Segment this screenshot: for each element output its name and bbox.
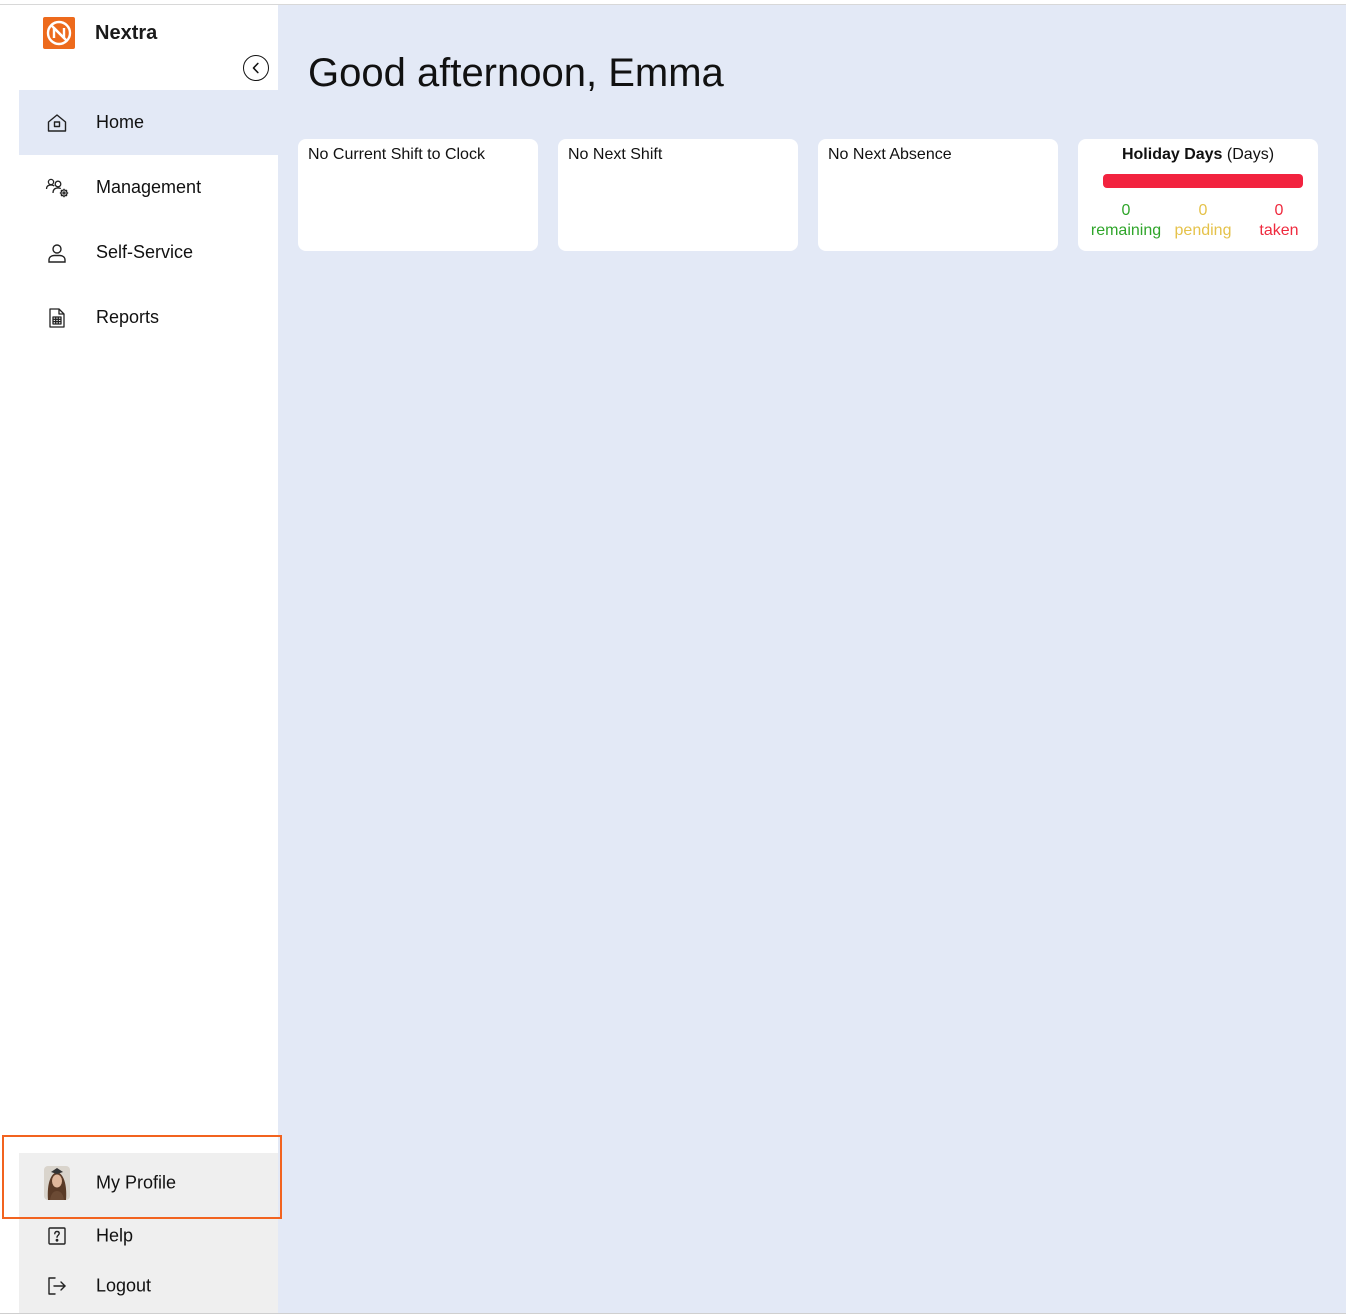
sidebar-item-self-service[interactable]: Self-Service: [19, 220, 278, 285]
next-shift-text: No Next Shift: [568, 146, 663, 163]
logout-label: Logout: [96, 1275, 152, 1296]
home-icon: [45, 111, 69, 135]
current-shift-text: No Current Shift to Clock: [308, 146, 485, 163]
brand-name: Nextra: [95, 22, 158, 44]
holiday-pending-label: pending: [1174, 222, 1232, 239]
collapse-sidebar-button[interactable]: [243, 55, 269, 81]
sidebar-item-home[interactable]: Home: [19, 90, 278, 155]
holiday-days-card[interactable]: Holiday Days (Days) 0 remaining 0 pendin…: [1078, 139, 1318, 251]
avatar: [44, 1166, 70, 1200]
holiday-progress-bar: [1103, 174, 1303, 188]
holiday-pending-stat: 0 pending: [1166, 201, 1240, 241]
help-button[interactable]: Help: [19, 1211, 278, 1261]
holiday-remaining-label: remaining: [1090, 222, 1162, 239]
chevron-left-icon: [252, 62, 259, 74]
holiday-remaining-stat: 0 remaining: [1086, 201, 1166, 241]
help-label: Help: [96, 1225, 134, 1246]
holiday-pending-value: 0: [1198, 202, 1208, 219]
holiday-remaining-value: 0: [1121, 202, 1131, 219]
page-title: Good afternoon, Emma: [308, 51, 724, 95]
current-shift-card[interactable]: No Current Shift to Clock: [298, 139, 538, 251]
sidebar-item-reports[interactable]: Reports: [19, 285, 278, 350]
next-shift-card[interactable]: No Next Shift: [558, 139, 798, 251]
report-icon: [45, 306, 69, 330]
sidebar-item-label: Home: [96, 112, 145, 132]
next-absence-card[interactable]: No Next Absence: [818, 139, 1058, 251]
app: Nextra Home Management Self-Service Repo…: [0, 2, 1346, 1314]
people-gear-icon: [45, 176, 69, 200]
holiday-taken-stat: 0 taken: [1242, 201, 1316, 241]
holiday-title-label: Holiday Days: [1121, 146, 1223, 163]
my-profile-button[interactable]: My Profile: [19, 1158, 278, 1208]
holiday-taken-value: 0: [1274, 202, 1284, 219]
sidebar-item-label: Reports: [96, 307, 160, 327]
holiday-title-unit: (Days): [1226, 146, 1275, 163]
logout-button[interactable]: Logout: [19, 1261, 278, 1311]
sidebar-item-label: Management: [96, 177, 202, 197]
bottom-divider: [0, 1313, 1346, 1314]
sidebar-footer: My Profile Help Logout: [19, 1153, 278, 1313]
help-icon: [45, 1224, 69, 1248]
sidebar-item-management[interactable]: Management: [19, 155, 278, 220]
main-content: Good afternoon, Emma No Current Shift to…: [278, 5, 1346, 1313]
user-icon: [45, 241, 69, 265]
holiday-card-title: Holiday Days (Days): [1078, 146, 1318, 164]
next-absence-text: No Next Absence: [828, 146, 952, 163]
sidebar-item-label: Self-Service: [96, 242, 194, 262]
logout-icon: [45, 1274, 69, 1298]
holiday-taken-label: taken: [1259, 222, 1299, 239]
nextra-logo-icon[interactable]: [43, 17, 75, 49]
sidebar: Nextra Home Management Self-Service Repo…: [19, 5, 278, 1313]
my-profile-label: My Profile: [96, 1172, 177, 1193]
